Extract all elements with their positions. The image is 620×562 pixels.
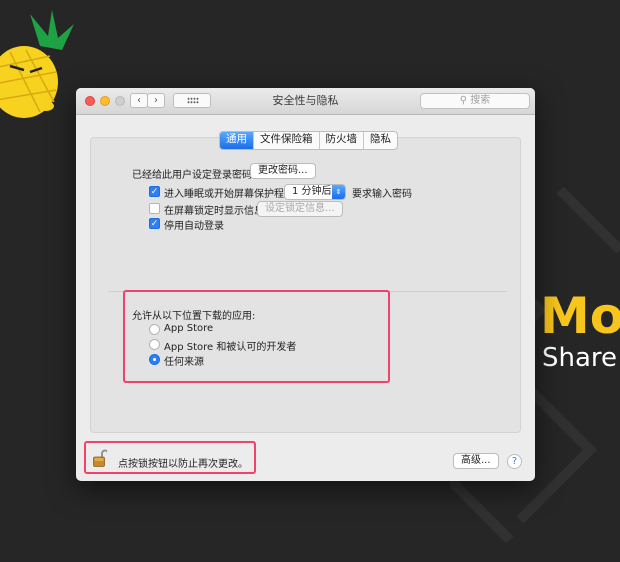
set-lock-message-button[interactable]: 设定锁定信息...: [257, 201, 343, 217]
tab-firewall[interactable]: 防火墙: [318, 132, 364, 149]
search-icon: ⚲: [459, 95, 468, 106]
tab-general[interactable]: 通用: [220, 132, 253, 149]
general-settings-panel: [90, 137, 521, 433]
search-input[interactable]: ⚲ 搜索: [420, 93, 530, 109]
require-password-delay-value: 1 分钟后: [292, 186, 332, 197]
require-password-checkbox[interactable]: ✓: [149, 186, 160, 197]
lock-highlight-box: [84, 441, 256, 474]
search-placeholder: 搜索: [470, 95, 491, 106]
help-button[interactable]: ?: [507, 454, 522, 469]
login-password-label: 已经给此用户设定登录密码: [132, 170, 252, 181]
show-message-label: 在屏幕锁定时显示信息: [164, 206, 264, 217]
downloads-highlight-box: [123, 290, 390, 383]
tab-filevault[interactable]: 文件保险箱: [253, 132, 319, 149]
brand-text: Mo: [540, 287, 620, 345]
change-password-button[interactable]: 更改密码...: [250, 163, 316, 179]
require-password-delay-select[interactable]: 1 分钟后 ⇕: [284, 184, 346, 200]
require-password-suffix: 要求输入密码: [352, 189, 412, 200]
disable-auto-login-checkbox[interactable]: ✓: [149, 218, 160, 229]
pineapple-mascot-logo: [0, 10, 74, 118]
require-password-label: 进入睡眠或开始屏幕保护程序: [164, 189, 294, 200]
advanced-button[interactable]: 高级...: [453, 453, 499, 469]
brand-subtext: Share: [542, 343, 618, 373]
chevron-updown-icon: ⇕: [332, 185, 345, 199]
tab-privacy[interactable]: 隐私: [363, 132, 397, 149]
disable-auto-login-label: 停用自动登录: [164, 221, 224, 232]
title-bar: ‹ › 安全性与隐私 ⚲ 搜索: [76, 88, 535, 115]
show-message-checkbox[interactable]: [149, 203, 160, 214]
tab-bar: 通用 文件保险箱 防火墙 隐私: [219, 131, 398, 150]
security-privacy-window: ‹ › 安全性与隐私 ⚲ 搜索 通用 文件保险箱 防火墙 隐私 已经给此用户设定…: [76, 88, 535, 481]
